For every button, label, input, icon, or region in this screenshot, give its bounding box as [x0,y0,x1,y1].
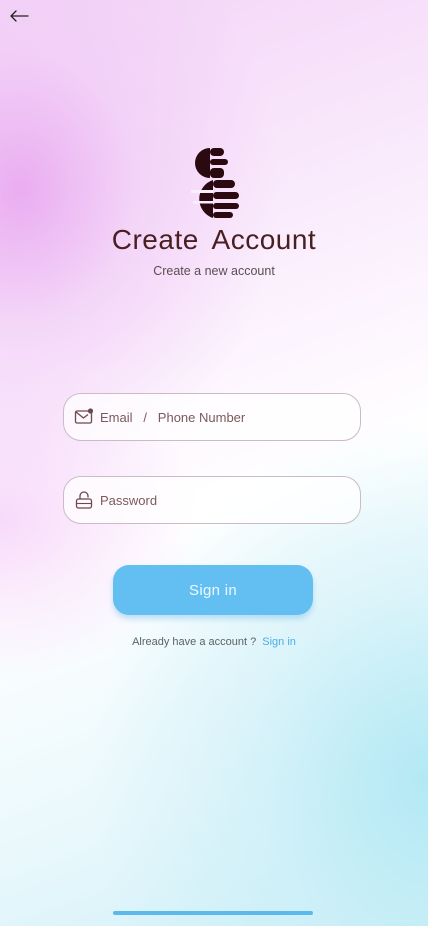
password-field[interactable]: Password [63,476,361,524]
arrow-left-icon [10,10,29,22]
brand-logo-icon [183,146,243,220]
mail-icon [74,408,94,424]
sign-in-button[interactable]: Sign in [113,565,313,615]
email-placeholder: Email / Phone Number [100,409,246,425]
lock-icon [75,491,93,509]
already-account-row: Already have a account ? Sign in [0,636,428,648]
page-subtitle: Create a new account [153,264,275,278]
home-indicator [113,911,313,915]
sign-in-link[interactable]: Sign in [262,636,296,648]
already-account-prompt: Already have a account ? [132,636,257,648]
page-title: Create Account [111,224,317,255]
background-gradient [0,0,428,926]
password-placeholder: Password [100,492,158,508]
back-button[interactable] [8,6,30,26]
email-field[interactable]: Email / Phone Number [63,393,361,441]
